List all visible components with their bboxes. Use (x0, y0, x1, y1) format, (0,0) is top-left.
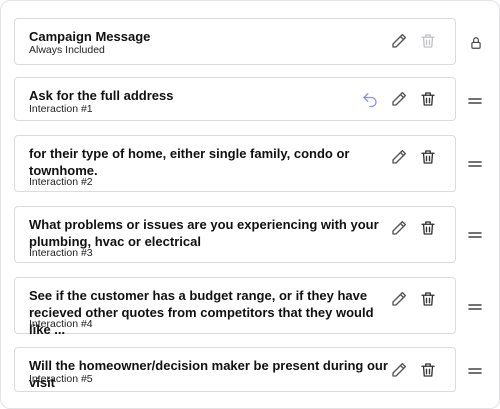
undo-button[interactable] (360, 89, 380, 109)
interaction-row: for their type of home, either single fa… (14, 135, 456, 192)
edit-button[interactable] (389, 31, 409, 51)
row-subtitle: Interaction #1 (29, 103, 93, 115)
interaction-row: Will the homeowner/decision maker be pre… (14, 347, 456, 392)
campaign-message-row: Campaign Message Always Included (14, 18, 456, 65)
pencil-icon (392, 149, 407, 164)
interaction-row: See if the customer has a budget range, … (14, 277, 456, 337)
lock-icon (468, 35, 484, 51)
edit-button[interactable] (389, 289, 409, 309)
row-subtitle: Interaction #2 (29, 176, 93, 188)
row-title: What problems or issues are you experien… (29, 217, 379, 249)
row-title: Campaign Message (29, 29, 151, 44)
delete-button-disabled (418, 31, 438, 51)
interaction-row: Ask for the full address Interaction #1 (14, 77, 456, 121)
row-subtitle: Interaction #3 (29, 247, 93, 259)
undo-icon (363, 93, 377, 108)
drag-handle-icon[interactable] (467, 363, 483, 379)
trash-icon (421, 221, 435, 235)
trash-icon (421, 92, 435, 106)
row-subtitle: Interaction #5 (29, 373, 93, 385)
drag-handle-icon[interactable] (467, 227, 483, 243)
delete-button[interactable] (418, 289, 438, 309)
pencil-icon (392, 33, 407, 48)
row-title: See if the customer has a budget range, … (29, 288, 374, 337)
interactions-panel: Campaign Message Always Included Ask for… (0, 0, 500, 409)
trash-icon (421, 150, 435, 164)
row-subtitle: Always Included (29, 44, 105, 56)
edit-button[interactable] (389, 360, 409, 380)
interaction-row: What problems or issues are you experien… (14, 206, 456, 263)
edit-button[interactable] (389, 147, 409, 167)
row-title: Ask for the full address (29, 88, 174, 103)
pencil-icon (392, 220, 407, 235)
row-title: for their type of home, either single fa… (29, 146, 350, 178)
delete-button[interactable] (418, 360, 438, 380)
delete-button[interactable] (418, 89, 438, 109)
trash-icon (421, 363, 435, 377)
delete-button[interactable] (418, 218, 438, 238)
edit-button[interactable] (389, 89, 409, 109)
row-subtitle: Interaction #4 (29, 318, 93, 330)
pencil-icon (392, 91, 407, 106)
edit-button[interactable] (389, 218, 409, 238)
drag-handle-icon[interactable] (467, 299, 483, 315)
trash-icon (421, 34, 435, 48)
trash-icon (421, 292, 435, 306)
drag-handle-icon[interactable] (467, 93, 483, 109)
delete-button[interactable] (418, 147, 438, 167)
drag-handle-icon[interactable] (467, 156, 483, 172)
pencil-icon (392, 291, 407, 306)
pencil-icon (392, 362, 407, 377)
